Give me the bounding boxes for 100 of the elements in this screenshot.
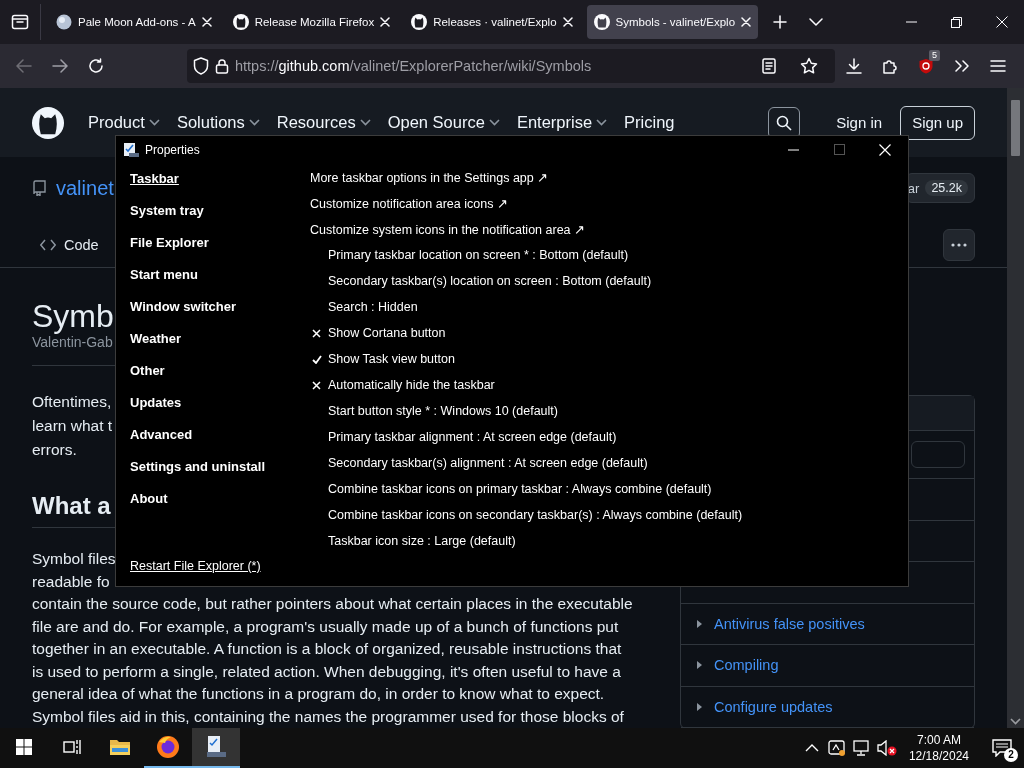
paragraph-text: Symbol files aid in this, containing the names the programmer used for those blocks of (32, 706, 624, 727)
section-tab[interactable]: Taskbar (130, 169, 179, 189)
restore-icon (951, 16, 962, 28)
clock[interactable]: 7:00 AM 12/18/2024 (900, 732, 977, 764)
sign-in-link[interactable]: Sign in (824, 114, 895, 131)
paragraph-text: Symbol files (32, 549, 116, 569)
page-link[interactable]: Compiling (714, 657, 779, 674)
section-tab[interactable]: Other (130, 361, 165, 381)
triangle-icon[interactable] (697, 661, 702, 670)
triangle-icon[interactable] (697, 619, 702, 628)
close-icon[interactable] (741, 17, 752, 27)
nav-menu-item[interactable]: Solutions (175, 106, 264, 139)
notification-button[interactable]: 2 (980, 728, 1024, 768)
paragraph-text: readable fo (32, 571, 110, 592)
url-text: https://github.com/valinet/ExplorerPatcher/wiki/Symbols (235, 58, 592, 74)
count-badge: 5 (929, 50, 940, 61)
page-title: Symb (32, 297, 114, 336)
settings-link[interactable]: More taskbar options in the Settings app ↗ (310, 169, 549, 185)
nav-menu-item[interactable]: Pricing (623, 106, 679, 139)
extension-button[interactable]: 5 (908, 50, 944, 82)
chevron-down-icon[interactable] (1010, 718, 1021, 725)
puzzle-icon (882, 58, 898, 74)
caret-icon (248, 119, 260, 126)
browser-tab[interactable]: Releases · valinet/Explo (404, 5, 580, 39)
repo-tab[interactable]: Code (40, 237, 99, 253)
browser-tab[interactable]: Pale Moon Add-ons - A (49, 5, 219, 39)
minimize-icon (906, 21, 917, 23)
setting-option[interactable]: Start button style * : Windows 10 (default) (328, 404, 558, 418)
scrollbar[interactable] (1007, 88, 1024, 728)
scrollbar-thumb[interactable] (1011, 100, 1020, 156)
settings-link[interactable]: Customize notification area icons ↗ (310, 195, 508, 211)
nav-menu-item[interactable]: Product (87, 106, 164, 139)
nav-menu-item[interactable]: Open Source (386, 106, 504, 139)
document-icon (762, 58, 776, 74)
more-button[interactable] (943, 229, 975, 261)
star-icon (800, 57, 818, 75)
taskbar-button[interactable] (192, 728, 240, 768)
section-tab[interactable]: About (130, 489, 168, 509)
section-tab[interactable]: System tray (130, 201, 204, 221)
chevron-up-icon (804, 744, 819, 752)
menu-icon (990, 59, 1006, 73)
close-icon[interactable] (562, 17, 573, 27)
setting-option[interactable]: Combine taskbar icons on primary taskbar : Always combine (default) (328, 482, 712, 496)
settings-link[interactable]: Customize system icons in the notification area ↗ (310, 221, 585, 237)
setting-option[interactable]: Search : Hidden (328, 300, 418, 314)
browser-tab[interactable]: Release Mozilla Firefox (225, 5, 398, 39)
window-title: Properties (145, 142, 200, 157)
section-tab[interactable]: Advanced (130, 425, 193, 445)
paragraph-text: learn what t (32, 416, 113, 436)
setting-option[interactable]: Primary taskbar location on screen * : Bottom (default) (328, 248, 629, 262)
paragraph-text: is used to perform a single, related action. When debugging, it's often useful to have a (32, 661, 621, 682)
close-icon[interactable] (201, 17, 212, 27)
setting-option[interactable]: Secondary taskbar(s) location on screen : Bottom (default) (328, 274, 652, 288)
paragraph-text: together in an executable. A function is a block of organized, reusable instructions that (32, 639, 622, 659)
toggle-option[interactable]: Show Cortana button (328, 326, 446, 340)
paragraph-text: file are and do. For example, a program's usually made up of a bunch of functions put (32, 616, 619, 637)
paragraph-text: errors. (32, 440, 77, 460)
maximize-icon (833, 144, 845, 155)
network-icon (852, 740, 871, 756)
section-tab[interactable]: Weather (130, 329, 182, 349)
close-icon[interactable] (380, 17, 391, 27)
section-tab[interactable]: Updates (130, 393, 182, 413)
setting-option[interactable]: Taskbar icon size : Large (default) (328, 534, 516, 548)
triangle-icon[interactable] (697, 702, 702, 711)
section-tab[interactable]: Settings and uninstall (130, 457, 266, 477)
close-icon (995, 16, 1008, 28)
section-tab[interactable]: Start menu (130, 265, 198, 285)
section-tab[interactable]: Window switcher (130, 297, 237, 317)
close-icon (879, 143, 891, 156)
logo-icon[interactable] (32, 106, 64, 139)
caret-icon (148, 119, 160, 126)
page-link[interactable]: Antivirus false positives (714, 615, 865, 632)
clock-date: 12/18/2024 (908, 748, 969, 764)
setting-option[interactable]: Combine taskbar icons on secondary taskbar(s) : Always combine (default) (328, 508, 743, 522)
lock-icon (215, 58, 229, 74)
toggle-option[interactable]: Automatically hide the taskbar (328, 378, 495, 392)
toggle-option[interactable]: Show Task view button (328, 352, 455, 366)
nav-menu-item[interactable]: Enterprise (515, 106, 612, 139)
browser-tab[interactable]: Symbols - valinet/Explo (586, 5, 759, 39)
back-arrow-icon (16, 59, 32, 73)
byline-text: Valentin-Gab (32, 334, 113, 352)
reload-icon (88, 58, 104, 74)
browser-icon (156, 735, 180, 759)
caret-icon (596, 119, 608, 126)
filter-field[interactable] (911, 441, 965, 468)
restart-link[interactable]: Restart File Explorer (*) (130, 556, 261, 576)
nav-menu-item[interactable]: Resources (275, 106, 375, 139)
paragraph-text: Oftentimes, (32, 392, 112, 412)
caret-icon (359, 119, 371, 126)
setting-option[interactable]: Secondary taskbar(s) alignment : At screen edge (default) (328, 456, 648, 470)
section-tab[interactable]: File Explorer (130, 233, 209, 253)
search-icon (776, 114, 793, 131)
logo-icon (593, 14, 610, 30)
address-field[interactable]: https://github.com/valinet/ExplorerPatcher/wiki/Symbols (187, 49, 835, 83)
page-link[interactable]: Configure updates (714, 698, 833, 715)
owner-link[interactable]: valinet (56, 176, 114, 200)
setting-option[interactable]: Primary taskbar alignment : At screen edge (default) (328, 430, 617, 444)
download-icon (846, 58, 862, 74)
plus-icon (773, 15, 788, 29)
app-window-icon (205, 735, 227, 759)
